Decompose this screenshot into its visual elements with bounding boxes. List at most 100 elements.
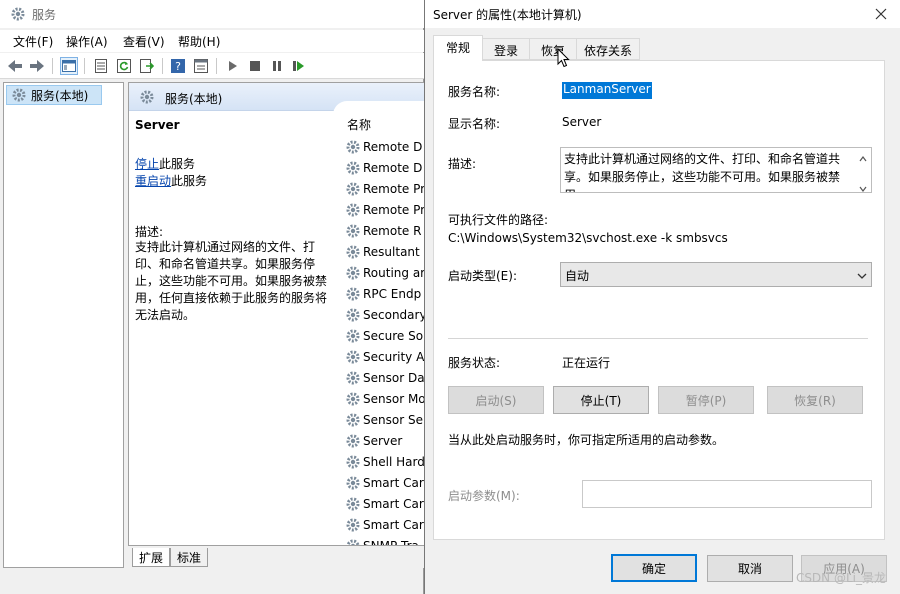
- description-scrollbar[interactable]: [855, 148, 871, 192]
- gear-icon: [345, 286, 361, 302]
- list-item-label: Sensor Se: [363, 413, 423, 427]
- list-item[interactable]: Remote Pr: [345, 200, 424, 220]
- gear-icon: [345, 517, 361, 533]
- detail-pane: 服务(本地) Server 停止此服务 重启动此服务 描述: 支持此计算机通过网…: [128, 82, 424, 546]
- list-item[interactable]: Remote D: [345, 137, 424, 157]
- toolbar-separator: [216, 58, 217, 74]
- restart-icon[interactable]: [290, 57, 308, 75]
- start-params-input[interactable]: [582, 480, 872, 508]
- dialog-titlebar: Server 的属性(本地计算机): [425, 0, 900, 28]
- list-item[interactable]: Server: [345, 431, 424, 451]
- menu-help[interactable]: 帮助(H): [178, 33, 220, 50]
- toolbar: ?: [0, 53, 424, 79]
- ok-button[interactable]: 确定: [611, 554, 697, 582]
- list-item[interactable]: Remote R: [345, 221, 424, 241]
- gear-icon: [345, 496, 361, 512]
- list-item[interactable]: SNMP Tra: [345, 536, 424, 545]
- list-item-label: Routing ar: [363, 266, 424, 280]
- list-item-label: Shell Hard: [363, 455, 424, 469]
- display-name-value[interactable]: Server: [562, 115, 601, 129]
- gear-icon: [345, 538, 361, 545]
- startup-type-select[interactable]: 自动: [560, 262, 872, 287]
- close-icon[interactable]: [871, 4, 891, 24]
- menu-file[interactable]: 文件(F): [13, 33, 53, 50]
- gear-icon: [345, 160, 361, 176]
- pause-icon[interactable]: [268, 57, 286, 75]
- column-header-name[interactable]: 名称: [347, 116, 371, 133]
- tab-extended[interactable]: 扩展: [132, 548, 171, 567]
- list-item[interactable]: Security A: [345, 347, 424, 367]
- list-item[interactable]: Remote D: [345, 158, 424, 178]
- tab-general[interactable]: 常规: [433, 35, 483, 61]
- show-hide-icon[interactable]: [192, 57, 210, 75]
- list-item[interactable]: RPC Endp: [345, 284, 424, 304]
- description-box[interactable]: 支持此计算机通过网络的文件、打印、和命名管道共享。如果服务停止，这些功能不可用。…: [560, 147, 872, 193]
- toolbar-separator: [162, 58, 163, 74]
- service-name-value[interactable]: LanmanServer: [562, 82, 652, 99]
- list-item[interactable]: Routing ar: [345, 263, 424, 283]
- chevron-up-icon[interactable]: [859, 151, 867, 165]
- stop-service-suffix: 此服务: [159, 157, 196, 171]
- list-item[interactable]: Sensor Da: [345, 368, 424, 388]
- list-item[interactable]: Sensor Se: [345, 410, 424, 430]
- list-item[interactable]: Smart Car: [345, 494, 424, 514]
- detail-header-title: 服务(本地): [165, 92, 223, 106]
- list-item[interactable]: Smart Car: [345, 473, 424, 493]
- start-button[interactable]: 启动(S): [448, 386, 544, 414]
- stop-service-line: 停止此服务: [135, 155, 195, 172]
- refresh-icon[interactable]: [115, 57, 133, 75]
- list-item-label: Remote D: [363, 140, 423, 154]
- gear-icon: [345, 202, 361, 218]
- gear-icon: [345, 223, 361, 239]
- menubar: 文件(F) 操作(A) 查看(V) 帮助(H): [0, 30, 424, 52]
- list-item-label: Remote R: [363, 224, 422, 238]
- forward-arrow-icon[interactable]: [28, 57, 46, 75]
- play-icon[interactable]: [224, 57, 242, 75]
- stop-icon[interactable]: [246, 57, 264, 75]
- gear-icon: [345, 307, 361, 323]
- cancel-button[interactable]: 取消: [707, 555, 793, 582]
- list-item-label: Sensor Da: [363, 371, 424, 385]
- list-item[interactable]: Secure So: [345, 326, 424, 346]
- tab-dependencies[interactable]: 依存关系: [576, 38, 640, 60]
- resume-button[interactable]: 恢复(R): [767, 386, 863, 414]
- export-list-icon[interactable]: [138, 57, 156, 75]
- list-item[interactable]: Shell Hard: [345, 452, 424, 472]
- pause-button[interactable]: 暂停(P): [658, 386, 754, 414]
- chevron-down-icon[interactable]: [859, 181, 867, 195]
- path-value[interactable]: C:\Windows\System32\svchost.exe -k smbsv…: [448, 231, 728, 245]
- selected-service-name: Server: [135, 118, 180, 132]
- list-item[interactable]: Sensor Mo: [345, 389, 424, 409]
- gear-icon: [345, 370, 361, 386]
- restart-service-link[interactable]: 重启动: [135, 174, 171, 188]
- menu-action[interactable]: 操作(A): [66, 33, 108, 50]
- properties-icon[interactable]: [92, 57, 110, 75]
- services-titlebar: 服务: [0, 0, 424, 28]
- mouse-cursor-icon: [557, 47, 570, 71]
- start-params-label: 启动参数(M):: [448, 489, 520, 503]
- gear-icon: [345, 181, 361, 197]
- gear-icon: [345, 454, 361, 470]
- description-label: 描述:: [135, 225, 164, 239]
- list-item[interactable]: Secondary: [345, 305, 424, 325]
- gear-icon: [139, 89, 155, 105]
- menu-view[interactable]: 查看(V): [123, 33, 165, 50]
- list-item[interactable]: Remote Pr: [345, 179, 424, 199]
- tree-node-label: 服务(本地): [31, 88, 89, 103]
- list-item[interactable]: Smart Car: [345, 515, 424, 535]
- general-tab-panel: 服务名称: LanmanServer 显示名称: Server 描述: 支持此计…: [433, 60, 885, 540]
- stop-button[interactable]: 停止(T): [553, 386, 649, 414]
- tab-logon[interactable]: 登录: [482, 38, 530, 60]
- tab-standard[interactable]: 标准: [170, 548, 209, 567]
- help-icon[interactable]: ?: [169, 57, 187, 75]
- services-title: 服务: [32, 8, 57, 22]
- gear-icon: [345, 475, 361, 491]
- list-item[interactable]: Resultant: [345, 242, 424, 262]
- tree-node-services-local[interactable]: 服务(本地): [6, 85, 102, 105]
- gear-icon: [10, 6, 26, 22]
- console-tree-icon[interactable]: [60, 57, 78, 75]
- service-status-label: 服务状态:: [448, 356, 501, 370]
- back-arrow-icon[interactable]: [6, 57, 24, 75]
- service-name-label: 服务名称:: [448, 85, 501, 99]
- stop-service-link[interactable]: 停止: [135, 157, 159, 171]
